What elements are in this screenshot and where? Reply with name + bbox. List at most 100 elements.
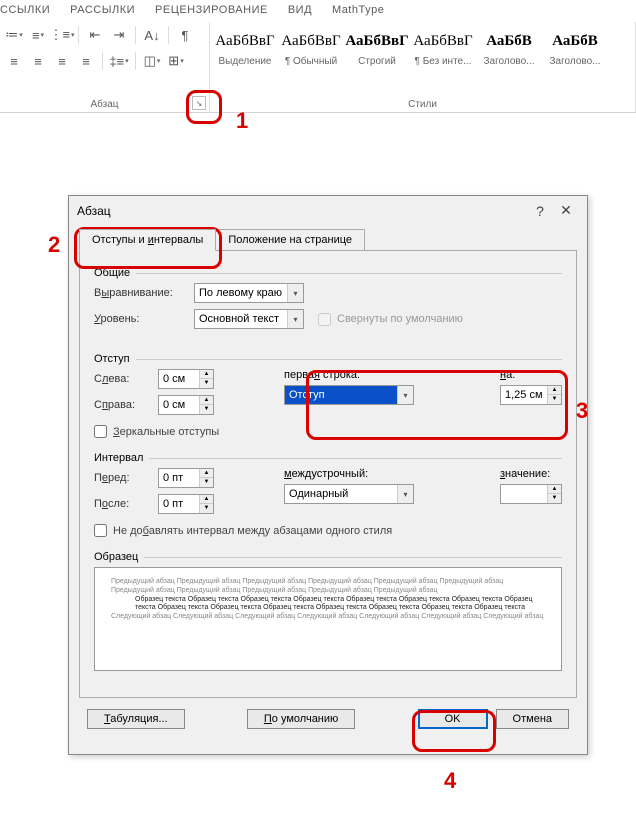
mirror-label: Зеркальные отступы [113,426,219,438]
before-input[interactable] [159,469,199,487]
tab-indents-spacing[interactable]: Отступы и интервалы [79,229,216,251]
style-item[interactable]: АаБбВвГВыделение [214,26,276,67]
tabs-button[interactable]: Табуляция... [87,709,185,729]
general-legend: Общие [94,267,136,279]
ribbon-tab[interactable]: ССЫЛКИ [0,4,50,16]
spin-down-icon[interactable]: ▼ [547,494,561,503]
chevron-down-icon[interactable]: ▾ [397,485,413,503]
separator [102,52,103,70]
preview-legend: Образец [94,551,144,563]
close-button[interactable]: ✕ [553,202,579,219]
dialog-titlebar: Абзац ? ✕ [69,196,587,225]
by-spinner[interactable]: ▲▼ [500,385,562,405]
line-spacing-icon[interactable]: ‡≡ [109,51,129,71]
ok-button[interactable]: OK [418,709,488,729]
right-indent-spinner[interactable]: ▲▼ [158,395,214,415]
separator [135,26,136,44]
align-right-icon[interactable]: ≡ [52,51,72,71]
before-spinner[interactable]: ▲▼ [158,468,214,488]
spin-up-icon[interactable]: ▲ [547,386,561,395]
spin-down-icon[interactable]: ▼ [199,504,213,513]
alignment-label: Выравнивание: [94,287,194,299]
chevron-down-icon[interactable]: ▾ [287,284,303,302]
borders-icon[interactable]: ⊞ [166,51,186,71]
paragraph-dialog: Абзац ? ✕ Отступы и интервалы Положение … [68,195,588,755]
style-item[interactable]: АаБбВЗаголово... [544,26,606,67]
align-left-icon[interactable]: ≡ [4,51,24,71]
ribbon-tab[interactable]: РЕЦЕНЗИРОВАНИЕ [155,4,268,16]
spin-down-icon[interactable]: ▼ [199,379,213,388]
level-combo[interactable]: ▾ [194,309,304,329]
left-indent-spinner[interactable]: ▲▼ [158,369,214,389]
firstline-combo[interactable]: ▾ [284,385,414,405]
by-input[interactable] [501,386,547,404]
bullets-icon[interactable]: ≔ [4,25,24,45]
tab-page-position[interactable]: Положение на странице [215,229,365,251]
after-spinner[interactable]: ▲▼ [158,494,214,514]
collapsed-checkbox [318,313,331,326]
linespacing-input[interactable] [285,485,397,503]
shading-icon[interactable]: ◫ [142,51,162,71]
after-label: После: [94,498,158,510]
spacing-legend: Интервал [94,452,149,464]
separator [135,52,136,70]
spin-up-icon[interactable]: ▲ [199,396,213,405]
preview-group: Образец Предыдущий абзац Предыдущий абза… [94,551,562,671]
spin-up-icon[interactable]: ▲ [199,370,213,379]
group-label: Абзац [0,99,209,110]
paragraph-dialog-launcher[interactable]: ↘ [192,96,206,110]
help-button[interactable]: ? [527,203,553,219]
tab-panel: Общие Выравнивание: ▾ Уровень: ▾ Свернут… [79,250,577,698]
style-item[interactable]: АаБбВвГ¶ Без инте... [412,26,474,67]
indent-legend: Отступ [94,353,136,365]
ribbon-tabs: ССЫЛКИ РАССЫЛКИ РЕЦЕНЗИРОВАНИЕ ВИД MathT… [0,0,636,22]
annotation-number-3: 3 [576,398,588,424]
ribbon-tab[interactable]: РАССЫЛКИ [70,4,135,16]
show-marks-icon[interactable]: ¶ [175,25,195,45]
after-input[interactable] [159,495,199,513]
firstline-input[interactable] [285,386,397,404]
justify-icon[interactable]: ≡ [76,51,96,71]
dialog-title-text: Абзац [77,204,111,218]
left-indent-label: Слева: [94,373,158,385]
spacing-group: Интервал Перед: ▲▼ После: ▲▼ междустрочн… [94,452,562,537]
numbering-icon[interactable]: ≡ [28,25,48,45]
at-spinner[interactable]: ▲▼ [500,484,562,504]
spin-up-icon[interactable]: ▲ [199,495,213,504]
left-indent-input[interactable] [159,370,199,388]
increase-indent-icon[interactable]: ⇥ [109,25,129,45]
decrease-indent-icon[interactable]: ⇤ [85,25,105,45]
default-button[interactable]: По умолчанию [247,709,355,729]
ribbon-tab[interactable]: ВИД [288,4,312,16]
spin-down-icon[interactable]: ▼ [199,405,213,414]
separator [168,26,169,44]
preview-next-text: Следующий абзац Следующий абзац Следующи… [111,613,545,622]
nospace-checkbox[interactable] [94,524,107,537]
styles-gallery[interactable]: АаБбВвГВыделение АаБбВвГ¶ Обычный АаБбВв… [214,24,627,67]
linespacing-combo[interactable]: ▾ [284,484,414,504]
align-center-icon[interactable]: ≡ [28,51,48,71]
general-group: Общие Выравнивание: ▾ Уровень: ▾ Свернут… [94,267,562,335]
ribbon: ССЫЛКИ РАССЫЛКИ РЕЦЕНЗИРОВАНИЕ ВИД MathT… [0,0,636,113]
multilevel-icon[interactable]: ⋮≡ [52,25,72,45]
spin-up-icon[interactable]: ▲ [547,485,561,494]
right-indent-input[interactable] [159,396,199,414]
spin-up-icon[interactable]: ▲ [199,469,213,478]
group-label: Стили [210,99,635,110]
style-item[interactable]: АаБбВвГСтрогий [346,26,408,67]
spin-down-icon[interactable]: ▼ [547,395,561,404]
mirror-checkbox[interactable] [94,425,107,438]
chevron-down-icon[interactable]: ▾ [397,386,413,404]
alignment-combo[interactable]: ▾ [194,283,304,303]
chevron-down-icon[interactable]: ▾ [287,310,303,328]
sort-icon[interactable]: A↓ [142,25,162,45]
cancel-button[interactable]: Отмена [496,709,569,729]
spin-down-icon[interactable]: ▼ [199,478,213,487]
separator [78,26,79,44]
alignment-input[interactable] [195,284,287,302]
ribbon-tab[interactable]: MathType [332,4,384,16]
at-input[interactable] [501,485,547,503]
style-item[interactable]: АаБбВЗаголово... [478,26,540,67]
level-input[interactable] [195,310,287,328]
style-item[interactable]: АаБбВвГ¶ Обычный [280,26,342,67]
